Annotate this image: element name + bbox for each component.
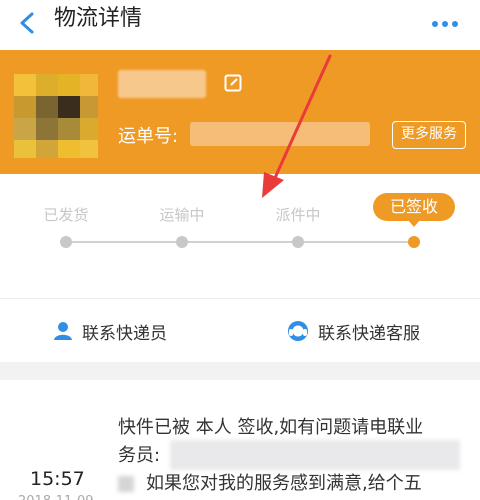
pixelated-avatar-image xyxy=(10,66,106,162)
page-title: 物流详情 xyxy=(54,6,143,31)
waybill-label: 运单号: xyxy=(118,126,179,147)
chevron-left-icon xyxy=(20,12,34,34)
step-dot-in-transit xyxy=(176,236,188,248)
headset-icon xyxy=(288,321,308,341)
step-dot-shipped xyxy=(60,236,72,248)
blurred-name xyxy=(118,70,206,98)
shipment-header: 运单号: 更多服务 xyxy=(0,50,480,174)
tracking-log: 快件已被 本人 签收,如有问题请电联业 务员: 如果您对我的服务感到满意,给个五… xyxy=(0,380,480,500)
log-entry-text: 快件已被 本人 签收,如有问题请电联业 务员: 如果您对我的服务感到满意,给个五 xyxy=(118,414,468,498)
avatar xyxy=(10,66,106,162)
log-time: 15:57 xyxy=(30,468,85,490)
more-dots-icon xyxy=(432,21,438,27)
edit-icon[interactable] xyxy=(224,74,242,92)
blurred-waybill-number xyxy=(190,122,370,146)
contact-courier-button[interactable]: 联系快递员 xyxy=(52,317,167,345)
log-line-3: 如果您对我的服务感到满意,给个五 xyxy=(146,473,422,494)
back-button[interactable] xyxy=(12,6,46,40)
step-dot-signed xyxy=(408,236,420,248)
log-line-2: 务员: xyxy=(118,445,161,466)
step-label-shipped: 已发货 xyxy=(43,206,89,224)
step-label-in-transit: 运输中 xyxy=(159,206,205,224)
step-label-delivering: 派件中 xyxy=(275,206,321,224)
person-icon xyxy=(54,322,72,340)
contact-service-button[interactable]: 联系快递客服 xyxy=(286,317,420,345)
top-bar: 物流详情 xyxy=(0,0,480,50)
timeline-track xyxy=(67,241,414,243)
log-line-1: 快件已被 本人 签收,如有问题请电联业 xyxy=(118,417,424,438)
contact-courier-label: 联系快递员 xyxy=(82,323,167,344)
step-label-signed: 已签收 xyxy=(373,193,455,227)
contact-service-label: 联系快递客服 xyxy=(318,323,420,344)
contact-bar: 联系快递员 联系快递客服 xyxy=(0,298,480,362)
log-date: 2018-11-09 xyxy=(18,494,94,500)
more-service-button[interactable]: 更多服务 xyxy=(392,121,466,149)
step-dot-delivering xyxy=(292,236,304,248)
more-button[interactable] xyxy=(432,12,466,27)
delivery-status-timeline: 已发货 运输中 派件中 已签收 xyxy=(0,174,480,298)
